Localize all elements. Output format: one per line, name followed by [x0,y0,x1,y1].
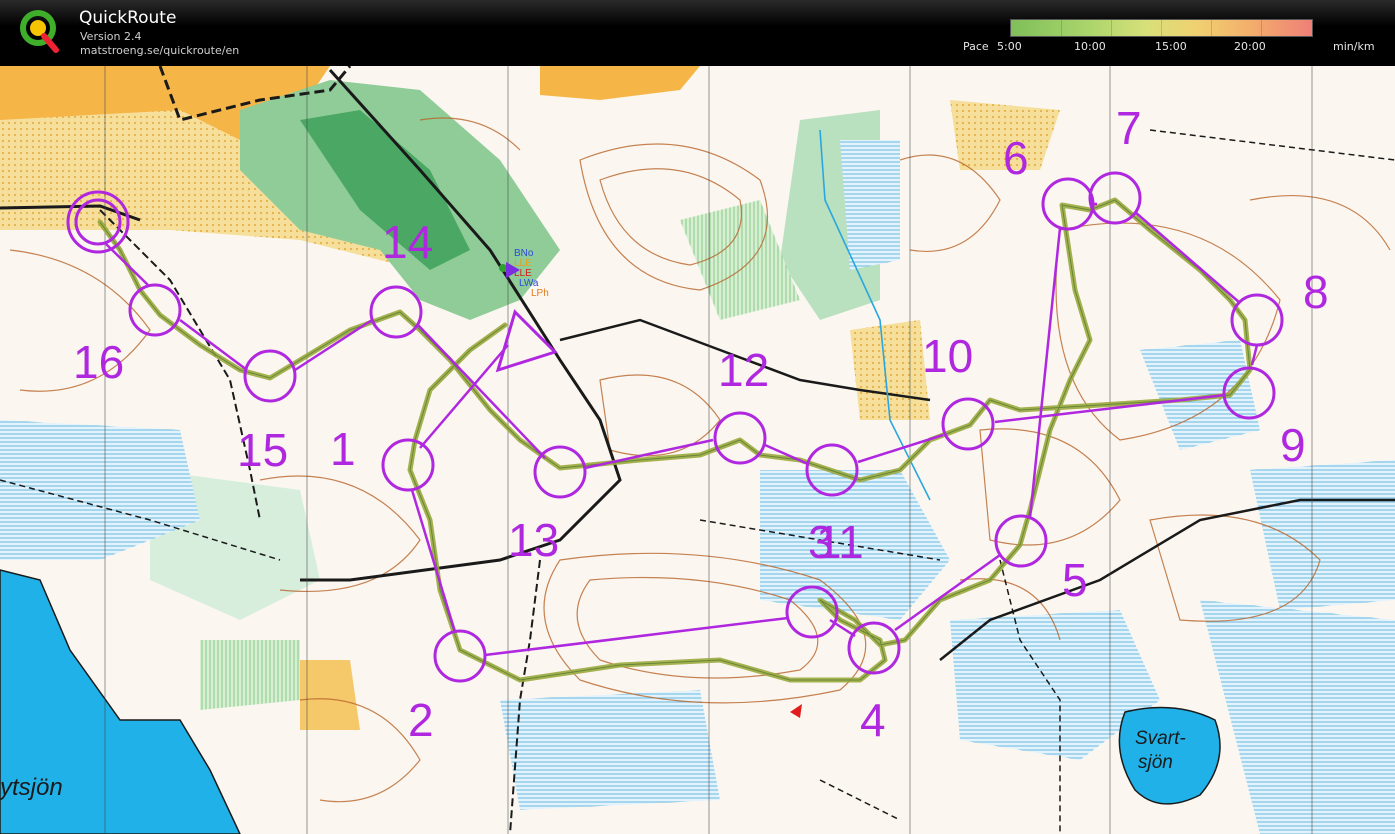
pace-label: Pace [963,40,989,53]
vegetation-stripes [200,640,300,710]
lake-label: sjön [1138,752,1173,773]
open-land-area [300,660,360,730]
pace-color-scale [1010,19,1313,37]
control-number: 16 [73,336,124,388]
pace-unit-label: min/km [1333,40,1375,53]
control-number: 15 [237,424,288,476]
control-number: 12 [718,344,769,396]
app-header: QuickRoute Version 2.4 matstroeng.se/qui… [0,0,1395,66]
pace-tick-label: 15:00 [1155,40,1187,53]
control-number: 5 [1062,554,1088,606]
control-number: 6 [1003,132,1029,184]
app-url: matstroeng.se/quickroute/en [80,44,240,57]
quickroute-logo-icon [20,10,59,53]
orienteering-map[interactable]: 1 2 3 4 5 6 7 8 9 10 11 12 13 14 15 16 B… [0,66,1395,834]
pace-tick-label: 5:00 [997,40,1022,53]
control-number: 14 [382,216,433,268]
app-version: Version 2.4 [80,30,142,43]
lake-label: Svart- [1135,728,1186,749]
control-number: 9 [1280,419,1306,471]
marsh-area [500,690,720,810]
control-number: 1 [330,423,356,475]
control-number: 8 [1303,266,1329,318]
control-number: 7 [1116,102,1142,154]
control-number: 4 [860,694,886,746]
rough-open-area [850,320,930,420]
app-title: QuickRoute [79,8,177,28]
map-canvas: 1 2 3 4 5 6 7 8 9 10 11 12 13 14 15 16 B… [0,66,1395,834]
control-number: 10 [922,330,973,382]
lake-label: ytsjön [0,774,63,801]
pace-tick-label: 10:00 [1074,40,1106,53]
control-number: 11 [816,516,864,568]
control-number: 2 [408,694,434,746]
control-number: 13 [508,514,559,566]
pace-tick-label: 20:00 [1234,40,1266,53]
runner-marker-label: LPh [531,288,549,299]
